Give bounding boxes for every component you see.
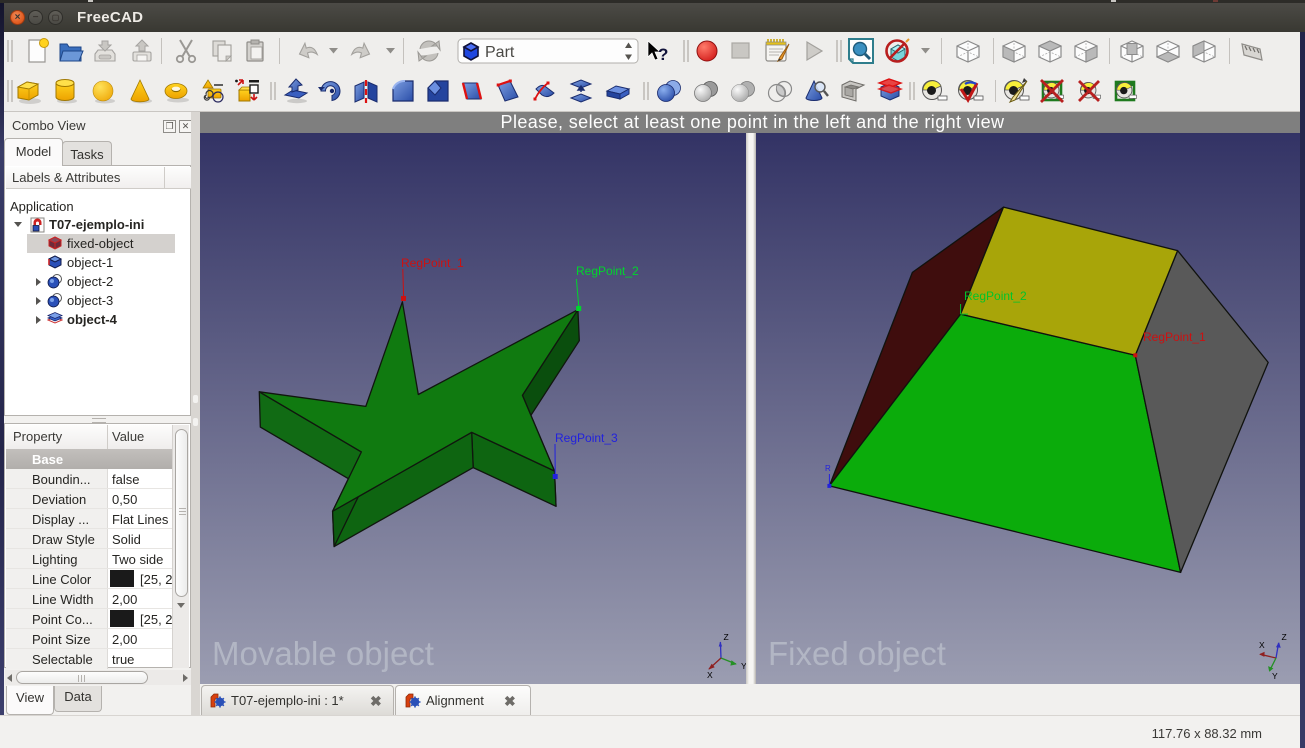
svg-text:Z: Z [724,632,729,642]
svg-text:RegPoint_1: RegPoint_1 [401,256,464,270]
svg-text:Part: Part [485,44,515,61]
svg-text:RegPoint_3: RegPoint_3 [555,431,618,445]
svg-text:R: R [825,464,831,473]
svg-text:X: X [1259,640,1265,650]
svg-text:Z: Z [1282,632,1287,642]
svg-text:RegPoint_2: RegPoint_2 [576,264,639,278]
svg-text:RegPoint_1: RegPoint_1 [1143,330,1206,344]
svg-text:X: X [707,670,713,680]
svg-text:?: ? [658,45,668,64]
svg-text:Y: Y [1272,671,1278,681]
svg-text:Movable object: Movable object [212,635,434,672]
svg-text:Fixed object: Fixed object [768,635,946,672]
svg-text:RegPoint_2: RegPoint_2 [964,289,1027,303]
